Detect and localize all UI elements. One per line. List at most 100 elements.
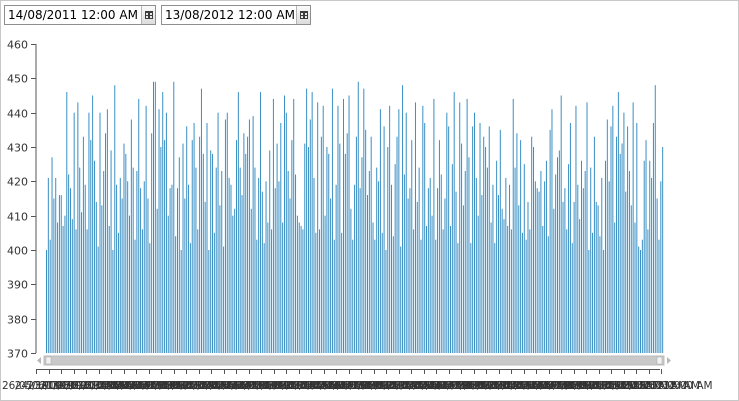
bar [518,205,520,353]
bar [420,239,422,353]
bar [285,112,287,353]
bar [138,98,140,354]
bar [444,198,446,353]
bar [236,140,238,353]
bar [197,229,199,353]
bar [289,198,291,353]
bar [496,160,498,353]
scrollbar-thumb[interactable] [46,357,662,364]
bar [636,122,638,353]
bar [261,191,263,353]
bar [110,150,112,353]
bar [112,250,114,353]
bar [627,126,629,354]
bar [462,205,464,353]
bar [414,102,416,354]
bar [400,246,402,353]
bar [569,122,571,353]
bar [348,95,350,353]
bar [105,133,107,353]
bar [344,153,346,353]
bar [248,119,250,353]
bar [272,98,274,354]
bar [243,133,245,353]
bar [88,112,90,353]
bar [167,215,169,353]
bar [398,109,400,353]
bar [296,215,298,353]
bar [357,81,359,354]
bar [307,147,309,353]
y-tick-label: 370 [7,348,28,361]
bar [282,222,284,353]
bar [592,232,594,353]
bar [311,92,313,353]
bar [97,246,99,353]
bar [350,208,352,353]
bar [643,160,645,353]
bar [173,81,175,354]
bar [660,181,662,353]
scroll-left-arrow-icon[interactable] [37,357,41,364]
bar [634,222,636,353]
bar [520,140,522,353]
bar [245,153,247,353]
bar [459,102,461,354]
bar [217,112,219,353]
bar [71,219,73,353]
bar [656,198,658,353]
bar [215,167,217,353]
bar [455,191,457,353]
bar [645,140,647,353]
bar [95,201,97,353]
bar [208,250,210,353]
bar [69,188,71,353]
bar [383,126,385,354]
scrollbar-right-handle[interactable] [656,356,663,365]
bar [590,167,592,353]
bar [379,109,381,353]
bar [638,246,640,353]
bar [588,250,590,353]
bar [503,219,505,353]
bar [333,239,335,353]
bar [119,177,121,353]
bar [479,122,481,353]
bar [586,102,588,354]
bar [339,143,341,353]
scroll-right-arrow-icon[interactable] [667,357,671,364]
bar [265,181,267,353]
bar [232,215,234,353]
bar [499,129,501,353]
bar [130,119,132,353]
bar [527,201,529,353]
bar [287,171,289,353]
range-scrollbar[interactable] [37,355,671,366]
bar [378,181,380,353]
bar [623,112,625,353]
x-tick-label: 15/12/1907 12:00 AM [599,380,713,392]
bar [416,201,418,353]
bar [106,109,108,353]
bar [509,184,511,353]
bar [662,147,664,353]
bar [551,109,553,353]
bar [571,243,573,353]
y-tick-label: 410 [7,211,28,224]
bar [75,229,77,353]
bar [405,112,407,353]
bar [461,143,463,353]
bar [448,126,450,354]
bar [346,133,348,353]
bar [298,222,300,353]
bar [604,160,606,353]
bar [141,229,143,353]
bar [322,105,324,353]
bar [206,122,208,353]
bar [189,243,191,353]
scrollbar-left-handle[interactable] [45,356,52,365]
bar [553,208,555,353]
bar [558,150,560,353]
bar [199,136,201,353]
bar [512,98,514,354]
